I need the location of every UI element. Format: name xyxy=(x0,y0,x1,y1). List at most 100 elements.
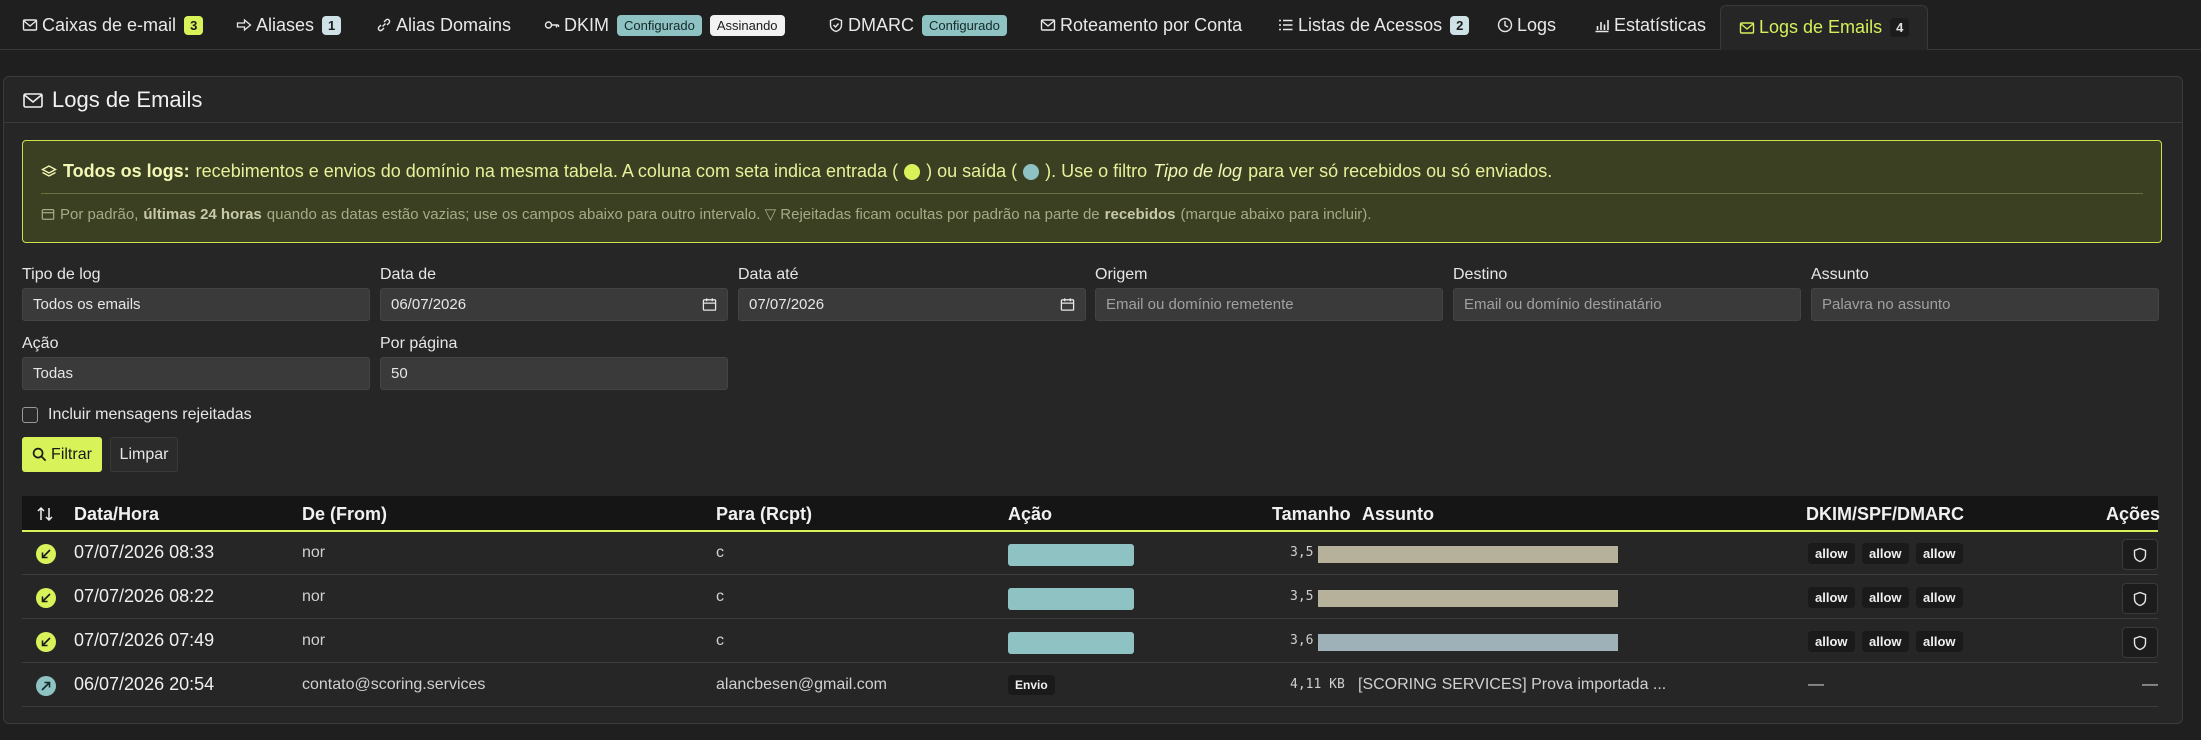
col-de[interactable]: De (From) xyxy=(302,504,387,525)
card-header: Logs de Emails xyxy=(4,77,2182,123)
search-icon xyxy=(32,447,47,462)
divider xyxy=(41,193,2143,194)
bar-chart-icon xyxy=(1595,20,1609,33)
incluir-rejeitadas-label: Incluir mensagens rejeitadas xyxy=(48,406,252,423)
tab-statistics[interactable]: Estatísticas xyxy=(1594,10,1706,40)
outgoing-arrow-icon xyxy=(36,676,56,696)
redacted-subject xyxy=(1318,634,1618,651)
row-auth-empty: — xyxy=(1808,676,1824,693)
por-pagina-select[interactable]: 50 xyxy=(380,357,728,390)
list-icon xyxy=(1279,19,1293,31)
page-title: Logs de Emails xyxy=(52,86,203,112)
row-size: 3,6 xyxy=(1290,633,1314,648)
envelope-open-icon xyxy=(1739,21,1755,34)
dmarc-badge: allow xyxy=(1916,631,1963,652)
destino-label: Destino xyxy=(1453,266,1508,283)
row-size: 3,5 xyxy=(1290,545,1314,560)
spf-badge: allow xyxy=(1862,587,1909,608)
row-to: c xyxy=(716,544,724,561)
shield-action-button[interactable] xyxy=(2122,627,2158,658)
data-ate-value: 07/07/2026 xyxy=(749,296,825,313)
count-badge: 1 xyxy=(322,15,342,35)
arrow-right-icon xyxy=(236,18,252,32)
tab-alias-domains[interactable]: Alias Domains xyxy=(376,10,511,40)
shield-icon xyxy=(2133,635,2147,650)
tab-routing[interactable]: Roteamento por Conta xyxy=(1040,10,1242,40)
data-de-input[interactable]: 06/07/2026 xyxy=(380,288,728,321)
tab-dkim[interactable]: DKIM Configurado Assinando xyxy=(544,10,785,40)
col-para[interactable]: Para (Rcpt) xyxy=(716,504,812,525)
action-badge: Envio xyxy=(1008,675,1055,695)
clock-icon xyxy=(1497,17,1513,33)
tab-access-lists[interactable]: Listas de Acessos 2 xyxy=(1278,10,1470,40)
envelope-open-icon xyxy=(23,92,43,108)
count-badge: 4 xyxy=(1890,18,1910,37)
acao-label: Ação xyxy=(22,335,59,352)
clear-button[interactable]: Limpar xyxy=(110,437,178,472)
row-to: c xyxy=(716,588,724,605)
filter-button[interactable]: Filtrar xyxy=(22,437,102,472)
count-badge: 3 xyxy=(184,15,204,35)
envelope-icon xyxy=(22,19,38,31)
col-assunto[interactable]: Assunto xyxy=(1362,504,1434,525)
link-icon xyxy=(377,18,391,32)
redacted-action xyxy=(1008,544,1134,566)
row-from: nor xyxy=(302,588,326,605)
key-icon xyxy=(544,21,560,29)
tab-dmarc[interactable]: DMARC Configurado xyxy=(828,10,1007,40)
table-row[interactable]: 07/07/2026 07:49 nor c 3,6 allow allow a… xyxy=(22,620,2158,663)
data-ate-input[interactable]: 07/07/2026 xyxy=(738,288,1086,321)
redacted-action xyxy=(1008,588,1134,610)
table-row[interactable]: 06/07/2026 20:54 contato@scoring.service… xyxy=(22,664,2158,707)
spf-badge: allow xyxy=(1862,543,1909,564)
info-text: ). Use o filtro xyxy=(1045,161,1148,181)
tab-label: Logs xyxy=(1517,14,1557,35)
info-bold: Todos os logs: xyxy=(63,161,190,181)
shield-icon xyxy=(2133,591,2147,606)
count-badge: 2 xyxy=(1450,15,1470,35)
tab-logs[interactable]: Logs xyxy=(1497,10,1556,40)
table-row[interactable]: 07/07/2026 08:33 nor c 3,5 allow allow a… xyxy=(22,532,2158,575)
col-datahora[interactable]: Data/Hora xyxy=(74,504,159,525)
dkim-badge: allow xyxy=(1808,631,1855,652)
row-subject: [SCORING SERVICES] Prova importada ... xyxy=(1358,676,1667,693)
row-size: 4,11 KB xyxy=(1290,677,1345,692)
shield-action-button[interactable] xyxy=(2122,539,2158,570)
tab-label: Listas de Acessos xyxy=(1298,14,1443,35)
incluir-rejeitadas-checkbox[interactable] xyxy=(22,407,38,423)
origem-label: Origem xyxy=(1095,266,1148,283)
info-text: para ver só recebidos ou só enviados. xyxy=(1248,161,1553,181)
shield-icon xyxy=(2133,547,2147,562)
envelope-arrow-icon xyxy=(1040,19,1056,31)
row-datetime: 06/07/2026 20:54 xyxy=(74,674,215,694)
calendar-icon[interactable] xyxy=(1060,297,1075,312)
row-to: c xyxy=(716,632,724,649)
info-note-text: quando as datas estão vazias; use os cam… xyxy=(266,206,1100,223)
sort-icon[interactable] xyxy=(36,505,54,523)
col-tamanho[interactable]: Tamanho xyxy=(1272,504,1351,525)
assunto-input[interactable]: Palavra no assunto xyxy=(1811,288,2159,321)
incoming-arrow-icon xyxy=(36,544,56,564)
status-badge: Configurado xyxy=(922,14,1007,36)
table-row[interactable]: 07/07/2026 08:22 nor c 3,5 allow allow a… xyxy=(22,576,2158,619)
tipo-select[interactable]: Todos os emails xyxy=(22,288,370,321)
tab-mailboxes[interactable]: Caixas de e-mail 3 xyxy=(22,10,204,40)
tab-label: Estatísticas xyxy=(1614,14,1707,35)
tab-label: Alias Domains xyxy=(396,14,512,35)
redacted-subject xyxy=(1318,590,1618,607)
col-acao[interactable]: Ação xyxy=(1008,504,1052,525)
destino-input[interactable]: Email ou domínio destinatário xyxy=(1453,288,1801,321)
tab-email-logs[interactable]: Logs de Emails 4 xyxy=(1720,5,1929,50)
shield-action-button[interactable] xyxy=(2122,583,2158,614)
origem-input[interactable]: Email ou domínio remetente xyxy=(1095,288,1443,321)
tab-aliases[interactable]: Aliases 1 xyxy=(236,10,342,40)
col-auth: DKIM/SPF/DMARC xyxy=(1806,504,1964,524)
incoming-dot-icon xyxy=(904,163,921,180)
tab-label: Roteamento por Conta xyxy=(1060,14,1243,35)
assunto-label: Assunto xyxy=(1811,266,1869,283)
acao-select[interactable]: Todas xyxy=(22,357,370,390)
data-de-label: Data de xyxy=(380,266,437,283)
tab-label: Aliases xyxy=(256,14,315,35)
calendar-icon[interactable] xyxy=(702,297,717,312)
info-text: ) ou saída ( xyxy=(926,161,1018,181)
